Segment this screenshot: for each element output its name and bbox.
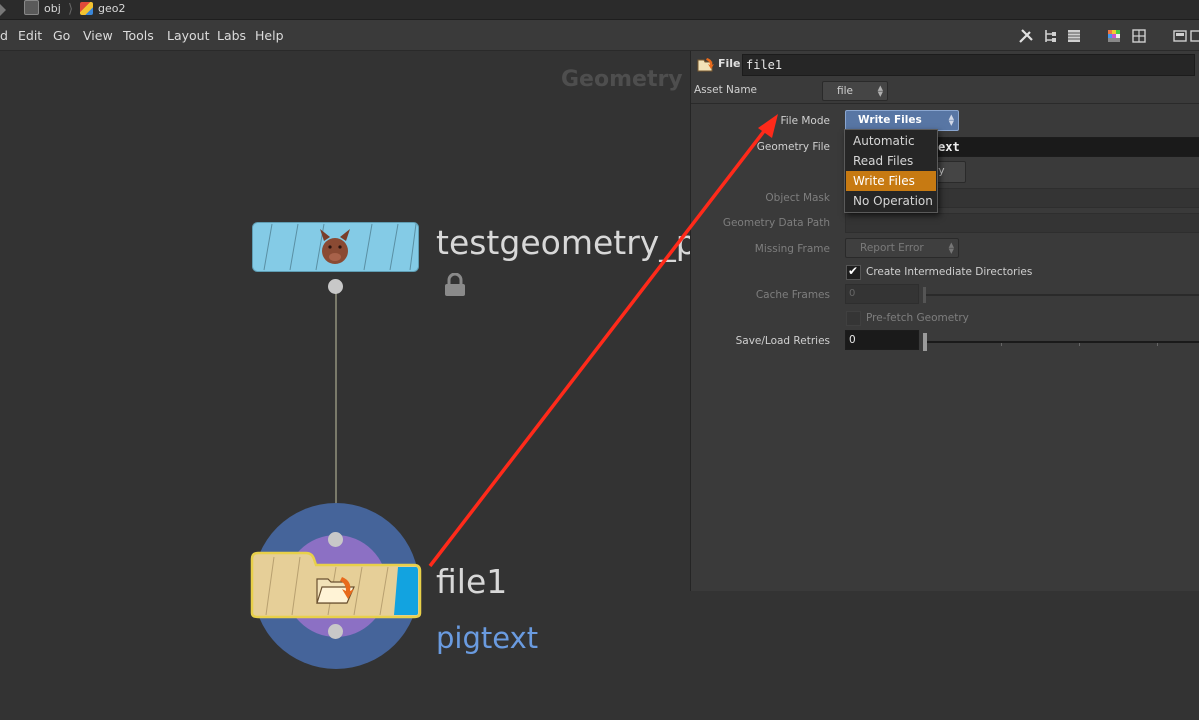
cache-frames-slider[interactable]	[923, 287, 1199, 303]
folder-open-icon	[316, 577, 355, 604]
geometry-file-label: Geometry File	[756, 141, 830, 153]
list-view-icon[interactable]	[1066, 28, 1082, 44]
slider-tick	[1079, 343, 1080, 346]
parameter-pane: File file1 Asset Name file ▲ ▼ File Mode …	[690, 51, 1199, 591]
save-load-retries-field[interactable]: 0	[845, 330, 919, 350]
breadcrumb-obj-label: obj	[44, 2, 61, 15]
path-bar: obj ⟩ geo2	[0, 0, 1199, 20]
save-load-retries-slider[interactable]	[923, 333, 1199, 351]
menu-labs[interactable]: Labs	[217, 28, 246, 43]
slider-tick	[1157, 343, 1158, 346]
tools-icon[interactable]	[1018, 28, 1034, 44]
slider-tick	[1001, 343, 1002, 346]
breadcrumb-obj[interactable]: obj	[24, 0, 61, 19]
asset-name-label: Asset Name	[694, 84, 758, 96]
node-file1[interactable]	[250, 551, 422, 619]
breadcrumb-separator: ⟩	[68, 2, 74, 17]
option-automatic[interactable]: Automatic	[846, 131, 936, 151]
pane-view-icon[interactable]	[1172, 28, 1188, 44]
node-name-value: file1	[746, 58, 783, 72]
header-divider	[691, 103, 1199, 104]
menu-layout[interactable]: Layout	[167, 28, 210, 43]
network-context-label: Geometry	[561, 67, 683, 92]
option-read-files[interactable]: Read Files	[846, 151, 936, 171]
geometry-object-icon	[80, 2, 93, 15]
file-mode-label: File Mode	[780, 115, 830, 127]
missing-frame-value: Report Error	[860, 242, 924, 254]
create-intermediate-checkbox[interactable]: ✔	[846, 264, 861, 280]
node-connection-wire	[335, 287, 337, 535]
file-mode-dropdown: Automatic Read Files Write Files No Oper…	[844, 129, 938, 213]
asset-name-value: file	[837, 85, 853, 97]
pig-head-icon	[320, 229, 350, 264]
save-load-retries-label: Save/Load Retries	[735, 335, 830, 347]
object-mask-label: Object Mask	[765, 192, 830, 204]
save-load-retries-slider-handle[interactable]	[923, 333, 927, 351]
node-name-field[interactable]: file1	[742, 54, 1195, 76]
node-testgeometry-output[interactable]	[328, 279, 343, 294]
tree-view-icon[interactable]	[1042, 28, 1058, 44]
color-palette-icon[interactable]	[1106, 28, 1122, 44]
obj-network-icon	[24, 0, 39, 15]
menu-partial[interactable]: d	[0, 28, 8, 43]
menu-help[interactable]: Help	[255, 28, 284, 43]
save-load-retries-value: 0	[849, 334, 856, 346]
prefetch-label: Pre-fetch Geometry	[866, 312, 969, 324]
menu-go[interactable]: Go	[53, 28, 70, 43]
lock-icon[interactable]	[444, 273, 466, 297]
cache-frames-value: 0	[849, 288, 856, 299]
node-type-label: File	[718, 57, 741, 70]
updown-arrows-icon: ▲ ▼	[877, 84, 883, 98]
updown-arrows-icon: ▲ ▼	[948, 113, 954, 127]
node-file1-name: file1	[436, 562, 508, 601]
create-intermediate-label: Create Intermediate Directories	[866, 266, 1033, 278]
pane-split-icon[interactable]	[1190, 28, 1199, 44]
grid-view-icon[interactable]	[1131, 28, 1147, 44]
cache-frames-label: Cache Frames	[755, 289, 830, 301]
node-testgeometry[interactable]	[252, 222, 419, 272]
node-file1-output[interactable]	[328, 624, 343, 639]
prefetch-checkbox[interactable]	[846, 311, 861, 326]
checkmark-icon: ✔	[848, 264, 859, 278]
asset-name-menu[interactable]: file ▲ ▼	[822, 81, 888, 101]
menu-bar: d Edit Go View Tools Layout Labs Help	[0, 20, 1199, 51]
network-view[interactable]: Geometry testgeometry_pi file1 pigtext	[0, 51, 690, 720]
breadcrumb-geo2-label: geo2	[98, 2, 126, 15]
file-mode-value: Write Files	[858, 114, 922, 126]
option-write-files[interactable]: Write Files	[846, 171, 936, 191]
node-testgeometry-name: testgeometry_pi	[436, 223, 690, 262]
geometry-data-path-field[interactable]	[845, 213, 1199, 233]
missing-frame-label: Missing Frame	[754, 243, 830, 255]
path-back-arrow-icon[interactable]	[0, 4, 6, 16]
menu-view[interactable]: View	[83, 28, 113, 43]
missing-frame-menu[interactable]: Report Error ▲ ▼	[845, 238, 959, 258]
geometry-data-path-label: Geometry Data Path	[722, 217, 830, 229]
updown-arrows-icon: ▲ ▼	[948, 241, 954, 255]
file-node-type-icon	[697, 58, 714, 72]
file-mode-menu[interactable]: Write Files ▲ ▼	[845, 110, 959, 131]
breadcrumb-geo2[interactable]: geo2	[80, 0, 125, 19]
menu-tools[interactable]: Tools	[123, 28, 154, 43]
cache-frames-field[interactable]: 0	[845, 284, 919, 304]
cache-frames-slider-handle[interactable]	[923, 287, 926, 303]
geometry-file-value: ext	[938, 140, 960, 154]
option-no-operation[interactable]: No Operation	[846, 191, 936, 211]
node-file1-subtitle: pigtext	[436, 621, 539, 655]
menu-edit[interactable]: Edit	[18, 28, 42, 43]
node-file1-input[interactable]	[328, 532, 343, 547]
